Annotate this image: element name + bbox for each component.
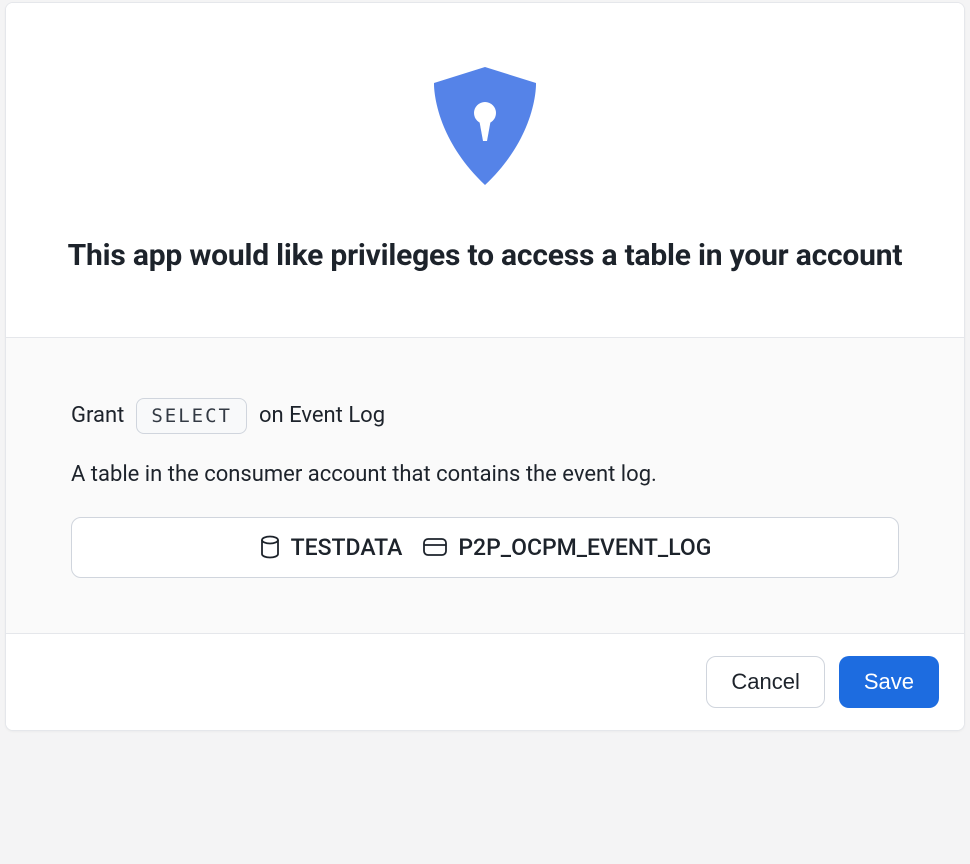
modal-footer: Cancel Save [6, 634, 964, 730]
grant-suffix: on Event Log [259, 403, 385, 428]
database-item: TESTDATA [259, 534, 403, 561]
privilege-chip: SELECT [136, 398, 247, 434]
grant-statement: Grant SELECT on Event Log [71, 398, 899, 434]
table-name: P2P_OCPM_EVENT_LOG [458, 534, 711, 561]
table-icon [422, 537, 448, 557]
table-selector[interactable]: TESTDATA P2P_OCPM_EVENT_LOG [71, 517, 899, 578]
privilege-description: A table in the consumer account that con… [71, 462, 899, 487]
table-item: P2P_OCPM_EVENT_LOG [422, 534, 711, 561]
save-button[interactable]: Save [839, 656, 939, 708]
database-icon [259, 535, 281, 559]
modal-title: This app would like privileges to access… [61, 236, 909, 277]
privilege-request-modal: This app would like privileges to access… [5, 2, 965, 731]
cancel-button[interactable]: Cancel [706, 656, 824, 708]
database-name: TESTDATA [291, 534, 403, 561]
modal-body: Grant SELECT on Event Log A table in the… [6, 338, 964, 634]
grant-prefix: Grant [71, 403, 124, 428]
shield-icon [61, 63, 909, 191]
modal-header: This app would like privileges to access… [6, 3, 964, 338]
